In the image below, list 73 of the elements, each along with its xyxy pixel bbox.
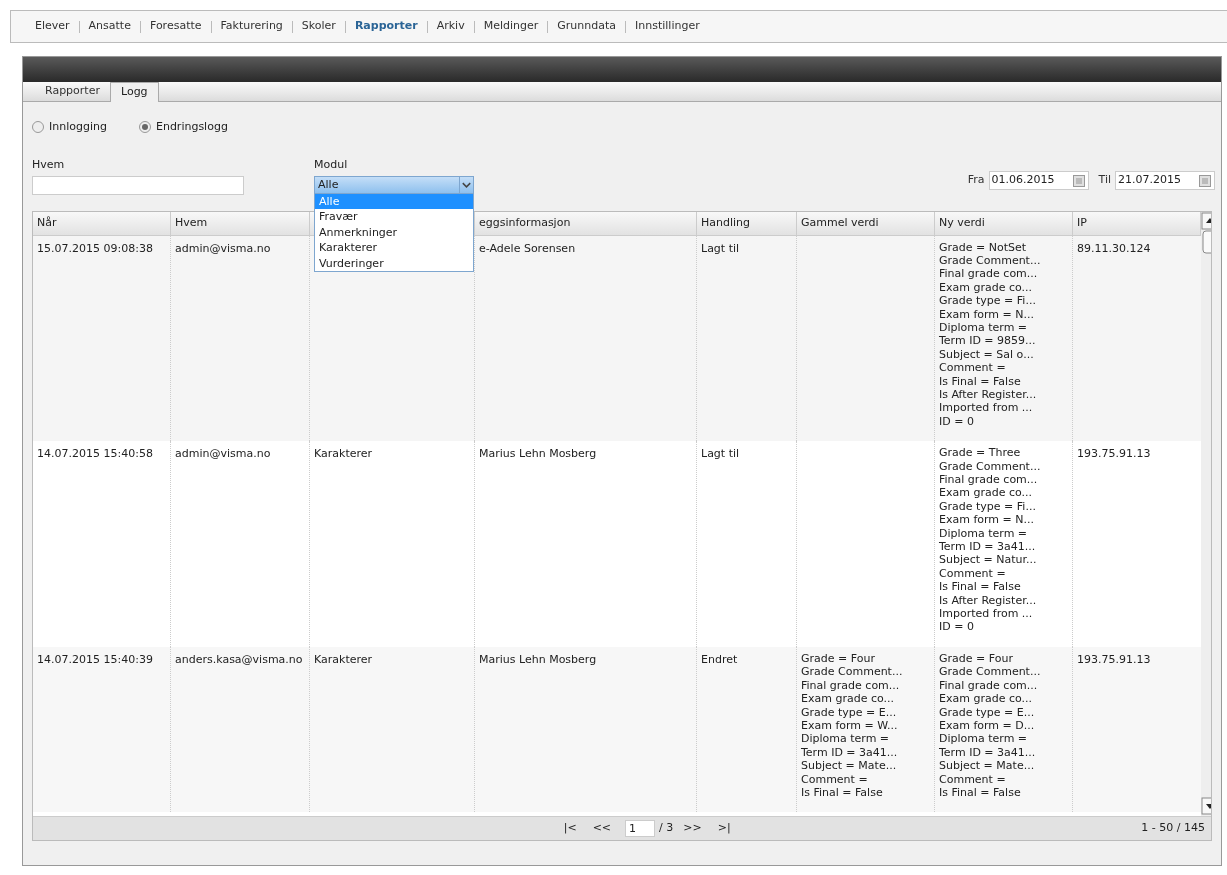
value-line: Final grade com... — [801, 678, 901, 693]
table-cell: Marius Lehn Mosberg — [479, 652, 597, 666]
table-cell: Endret — [701, 652, 738, 666]
table-cell: 15.07.2015 09:08:38 — [37, 241, 153, 255]
value-line: Is Final = False — [939, 785, 1022, 800]
value-line: Is Final = False — [801, 785, 884, 800]
value-line: Term ID = 3a41... — [939, 745, 1037, 760]
table-cell: Lagt til — [701, 241, 740, 255]
value-line: Exam form = W... — [801, 718, 899, 733]
value-line: Subject = Mate... — [939, 759, 1036, 773]
table-cell: 14.07.2015 15:40:58 — [37, 447, 153, 461]
table-cell: Karakterer — [314, 652, 373, 666]
value-line: Comment = — [801, 772, 869, 786]
field-label: Til — [1098, 172, 1111, 189]
table-cell: 193.75.91.13 — [1077, 652, 1151, 666]
value-line: Imported from ... — [939, 401, 1034, 415]
value-line: Grade Comment... — [939, 459, 1042, 473]
table-cell: admin@visma.no — [175, 241, 271, 255]
value-line: Grade Comment... — [939, 253, 1042, 268]
table-cell: Lagt til — [701, 447, 740, 461]
value-line: Diploma term = — [939, 732, 1029, 746]
value-line: Exam form = D... — [939, 718, 1036, 733]
value-line: Final grade com... — [939, 267, 1039, 281]
value-line: Is Final = False — [939, 580, 1022, 594]
value-line: Imported from ... — [939, 607, 1034, 621]
value-line: Grade = Four — [939, 651, 1014, 666]
value-line: Is Final = False — [939, 374, 1022, 388]
value-line: Comment = — [939, 566, 1007, 581]
table-cell: Karakterer — [314, 447, 373, 461]
field-label: Hvem — [32, 156, 66, 173]
value-line: Exam grade co... — [939, 486, 1033, 500]
value-line: Grade type = E... — [939, 705, 1036, 719]
value-line: Grade = Four — [801, 651, 876, 666]
table-cell: e-Adele Sorensen — [479, 241, 576, 255]
value-line: Grade = NotSet — [939, 240, 1028, 254]
page-count: / 3 — [659, 819, 674, 836]
value-line: Final grade com... — [939, 473, 1039, 487]
value-line: Grade Comment... — [801, 665, 904, 679]
table-cell: admin@visma.no — [175, 447, 271, 461]
table-cell: Marius Lehn Mosberg — [479, 447, 597, 461]
value-line: Term ID = 9859... — [939, 334, 1037, 348]
value-line: Grade type = E... — [801, 705, 898, 719]
value-line: Diploma term = — [939, 526, 1029, 541]
table-cell: anders.kasa@visma.no — [175, 652, 303, 666]
table-cell: 14.07.2015 15:40:39 — [37, 652, 153, 666]
value-line: Exam grade co... — [801, 692, 895, 706]
value-line: ID = 0 — [939, 620, 975, 634]
value-line: Grade type = Fi... — [939, 294, 1037, 308]
value-line: Subject = Sal o... — [939, 347, 1035, 362]
value-line: Term ID = 3a41... — [939, 540, 1037, 554]
value-line: Is After Register... — [939, 593, 1038, 608]
value-line: Grade type = Fi... — [939, 499, 1037, 514]
value-line: Comment = — [939, 361, 1007, 375]
value-line: Final grade com... — [939, 678, 1039, 693]
field-label: Fra — [967, 172, 985, 189]
value-line: Subject = Natur... — [939, 553, 1038, 567]
table-cell: 193.75.91.13 — [1077, 447, 1151, 461]
value-line: Is After Register... — [939, 387, 1038, 402]
value-line: Grade = Three — [939, 446, 1022, 460]
value-line: Exam grade co... — [939, 692, 1033, 706]
value-line: Grade Comment... — [939, 665, 1042, 679]
value-line: ID = 0 — [939, 414, 975, 429]
value-line: Comment = — [939, 772, 1007, 786]
value-line: Term ID = 3a41... — [801, 745, 899, 760]
table-cell: 89.11.30.124 — [1077, 241, 1151, 255]
value-line: Subject = Mate... — [801, 759, 898, 773]
value-line: Diploma term = — [801, 732, 891, 746]
field-label: Modul — [314, 156, 349, 173]
record-range: 1 - 50 / 145 — [1141, 819, 1206, 836]
value-line: Diploma term = — [939, 320, 1029, 335]
value-line: Exam form = N... — [939, 513, 1035, 527]
value-line: Exam grade co... — [939, 280, 1033, 295]
value-line: Exam form = N... — [939, 307, 1035, 321]
